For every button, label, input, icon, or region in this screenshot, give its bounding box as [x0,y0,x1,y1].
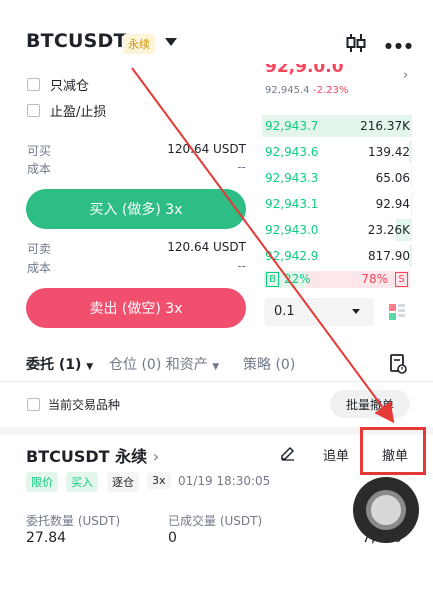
tick-size-value: 0.1 [274,304,295,319]
reduce-only-checkbox[interactable] [27,78,40,91]
sell-available-value: 120.64 USDT [167,240,246,254]
orderbook-layout-icon[interactable] [388,303,406,321]
more-options-icon[interactable]: ●●● [385,41,415,50]
depth-bar [410,167,412,189]
orderbook-bid-row[interactable]: 92,942.9 817.90 [262,244,412,268]
buy-cost-label: 成本 [27,162,52,176]
add-to-order-button[interactable]: 追单 [323,445,349,464]
divider [0,381,433,382]
symbol-dropdown-icon[interactable] [165,38,177,46]
orderbook-bid-row[interactable]: 92,943.1 92.94 [262,192,412,216]
filled-qty-value: 0 [168,530,177,546]
order-time: 01/19 18:30:05 [178,474,271,488]
bid-qty: 216.37K [360,119,410,133]
margin-mode-tag: 逐仓 [107,472,139,492]
symbol-title[interactable]: BTCUSDT [26,30,127,52]
chevron-right-icon: › [152,447,160,466]
price-change: -2.23% [313,85,349,96]
leverage-tag: 3x [147,472,171,489]
buy-long-button[interactable]: 买入 (做多) 3x [26,189,246,229]
assistive-touch-button[interactable] [353,477,419,543]
sell-cost-label: 成本 [27,261,52,275]
orderbook-bid-row[interactable]: 92,943.0 23.26K [262,218,412,242]
orderbook-bid-row[interactable]: 92,943.3 65.06 [262,166,412,190]
orderbook-bid-row[interactable]: 92,943.6 139.42 [262,140,412,164]
bid-qty: 92.94 [375,197,410,211]
orderbook-bid-row[interactable]: 92,943.7 216.37K [262,114,412,138]
filled-qty-label: 已成交量 (USDT) [168,514,263,528]
sell-ratio: 78% [361,272,388,286]
tab-orders-label: 委托 (1) [26,357,82,373]
bid-qty: 65.06 [375,171,410,185]
sell-cost-value: -- [237,259,246,273]
buy-sell-ratio-bar: B 22% 78% S [264,271,410,288]
bid-price: 92,943.7 [265,119,319,133]
order-type-tag: 限价 [26,472,58,492]
sell-ratio-letter: S [395,272,408,287]
assistive-touch-inner [366,490,406,530]
edit-icon[interactable] [280,445,296,461]
order-title[interactable]: BTCUSDT 永续 › [26,443,159,467]
cancel-order-button[interactable]: 撤单 [382,445,408,464]
mark-price: 92,945.4 [265,85,310,96]
depth-bar [410,193,412,215]
batch-cancel-button[interactable]: 批量撤单 [330,390,410,418]
candlestick-chart-icon[interactable] [345,32,367,54]
tab-orders[interactable]: 委托 (1) ▼ [26,354,93,374]
caret-down-icon: ▼ [86,362,94,372]
reduce-only-label: 只减仓 [50,79,90,94]
bid-price: 92,943.3 [265,171,319,185]
tp-sl-checkbox[interactable] [27,104,40,117]
perpetual-badge: 永续 [123,34,155,54]
sell-available-label: 可卖 [27,242,52,256]
order-side-tag: 买入 [66,472,98,492]
tab-positions-label: 仓位 (0) 和资产 [109,357,208,373]
bid-price: 92,943.6 [265,145,319,159]
tab-positions[interactable]: 仓位 (0) 和资产 ▼ [109,354,219,374]
bid-price: 92,943.0 [265,223,319,237]
order-qty-value: 27.84 [26,530,67,546]
bid-price: 92,943.1 [265,197,319,211]
tp-sl-label: 止盈/止损 [50,105,107,120]
bid-qty: 139.42 [368,145,410,159]
buy-ratio-letter: B [266,272,279,287]
chevron-right-icon[interactable]: › [403,68,408,83]
buy-available-value: 120.64 USDT [167,142,246,156]
tab-strategies[interactable]: 策略 (0) [243,354,295,374]
sell-short-button[interactable]: 卖出 (做空) 3x [26,288,246,328]
order-qty-label: 委托数量 (USDT) [26,514,121,528]
current-symbol-checkbox[interactable] [27,398,40,411]
buy-ratio: 22% [284,272,311,286]
section-gap [0,427,433,435]
caret-down-icon: ▼ [212,362,220,372]
buy-available-label: 可买 [27,144,52,158]
tick-dropdown-icon [352,309,360,314]
buy-cost-value: -- [237,160,246,174]
bid-price: 92,942.9 [265,249,319,263]
bid-qty: 817.90 [368,249,410,263]
bid-qty: 23.26K [367,223,410,237]
last-price: 92,9.0.0 [265,64,344,76]
order-history-icon[interactable] [389,354,407,374]
tick-size-select[interactable]: 0.1 [264,298,374,326]
current-symbol-label: 当前交易品种 [48,398,121,412]
